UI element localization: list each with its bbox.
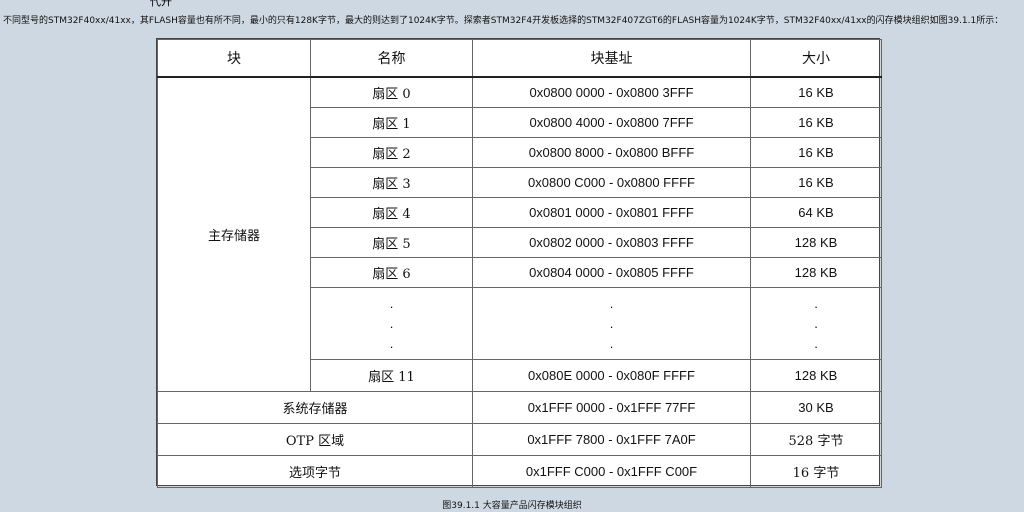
sector-size: 128 KB: [750, 359, 882, 392]
ellipsis-size: ...: [750, 287, 882, 360]
block-size: 30 KB: [750, 391, 882, 424]
block-name: 选项字节: [157, 455, 473, 488]
sector-name: 扇区 3: [310, 167, 473, 198]
block-address: 0x1FFF 0000 - 0x1FFF 77FF: [472, 391, 751, 424]
intro-paragraph: 不同型号的STM32F40xx/41xx，其FLASH容量也有所不同，最小的只有…: [3, 16, 1004, 26]
ellipsis-dot: .: [389, 315, 394, 331]
table-row: 系统存储器 0x1FFF 0000 - 0x1FFF 77FF 30 KB: [157, 391, 882, 424]
header-name: 名称: [310, 39, 473, 78]
figure-caption: 图39.1.1 大容量产品闪存模块组织: [442, 501, 582, 511]
block-size: 528 字节: [750, 423, 882, 456]
sector-address: 0x0800 4000 - 0x0800 7FFF: [472, 107, 751, 138]
sector-name: 扇区 2: [310, 137, 473, 168]
sector-name: 扇区 1: [310, 107, 473, 138]
ellipsis-dot: .: [814, 335, 818, 351]
sector-size: 16 KB: [750, 137, 882, 168]
sector-name: 扇区 6: [310, 257, 473, 288]
sector-size: 16 KB: [750, 167, 882, 198]
block-address: 0x1FFF 7800 - 0x1FFF 7A0F: [472, 423, 751, 456]
flash-organization-table: 块 名称 块基址 大小 主存储器 扇区 0 0x0800 0000 - 0x08…: [156, 38, 882, 488]
sector-address: 0x0802 0000 - 0x0803 FFFF: [472, 227, 751, 258]
sector-name: 扇区 11: [310, 359, 473, 392]
block-address: 0x1FFF C000 - 0x1FFF C00F: [472, 455, 751, 488]
ellipsis-dot: .: [389, 335, 394, 351]
sector-size: 128 KB: [750, 227, 882, 258]
ellipsis-name: ...: [310, 287, 473, 360]
sector-address: 0x080E 0000 - 0x080F FFFF: [472, 359, 751, 392]
header-base-address: 块基址: [472, 39, 751, 78]
header-block: 块: [157, 39, 311, 78]
sector-name: 扇区 5: [310, 227, 473, 258]
sector-address: 0x0800 C000 - 0x0800 FFFF: [472, 167, 751, 198]
sector-size: 128 KB: [750, 257, 882, 288]
block-name: 系统存储器: [157, 391, 473, 424]
ellipsis-dot: .: [814, 315, 818, 331]
sector-address: 0x0800 0000 - 0x0800 3FFF: [472, 76, 751, 108]
sector-size: 16 KB: [750, 76, 882, 108]
sector-address: 0x0800 8000 - 0x0800 BFFF: [472, 137, 751, 168]
ellipsis-dot: .: [389, 295, 394, 311]
sector-address: 0x0801 0000 - 0x0801 FFFF: [472, 197, 751, 228]
ellipsis-address: ...: [472, 287, 751, 360]
sector-name: 扇区 4: [310, 197, 473, 228]
table-row: OTP 区域 0x1FFF 7800 - 0x1FFF 7A0F 528 字节: [157, 423, 882, 456]
ellipsis-dot: .: [814, 295, 818, 311]
sector-size: 64 KB: [750, 197, 882, 228]
table-row: 主存储器 扇区 0 0x0800 0000 - 0x0800 3FFF 16 K…: [157, 76, 882, 392]
sector-name: 扇区 0: [310, 76, 473, 108]
ellipsis-dot: .: [609, 295, 614, 311]
table-row: 选项字节 0x1FFF C000 - 0x1FFF C00F 16 字节: [157, 455, 882, 488]
block-name: OTP 区域: [157, 423, 473, 456]
ellipsis-dot: .: [609, 335, 614, 351]
block-size: 16 字节: [750, 455, 882, 488]
sector-address: 0x0804 0000 - 0x0805 FFFF: [472, 257, 751, 288]
header-size: 大小: [750, 39, 882, 78]
main-memory-block-label: 主存储器: [157, 76, 311, 392]
ellipsis-dot: .: [609, 315, 614, 331]
sector-size: 16 KB: [750, 107, 882, 138]
table-header-row: 块 名称 块基址 大小: [157, 39, 882, 78]
cut-off-heading: 代开: [150, 0, 172, 8]
